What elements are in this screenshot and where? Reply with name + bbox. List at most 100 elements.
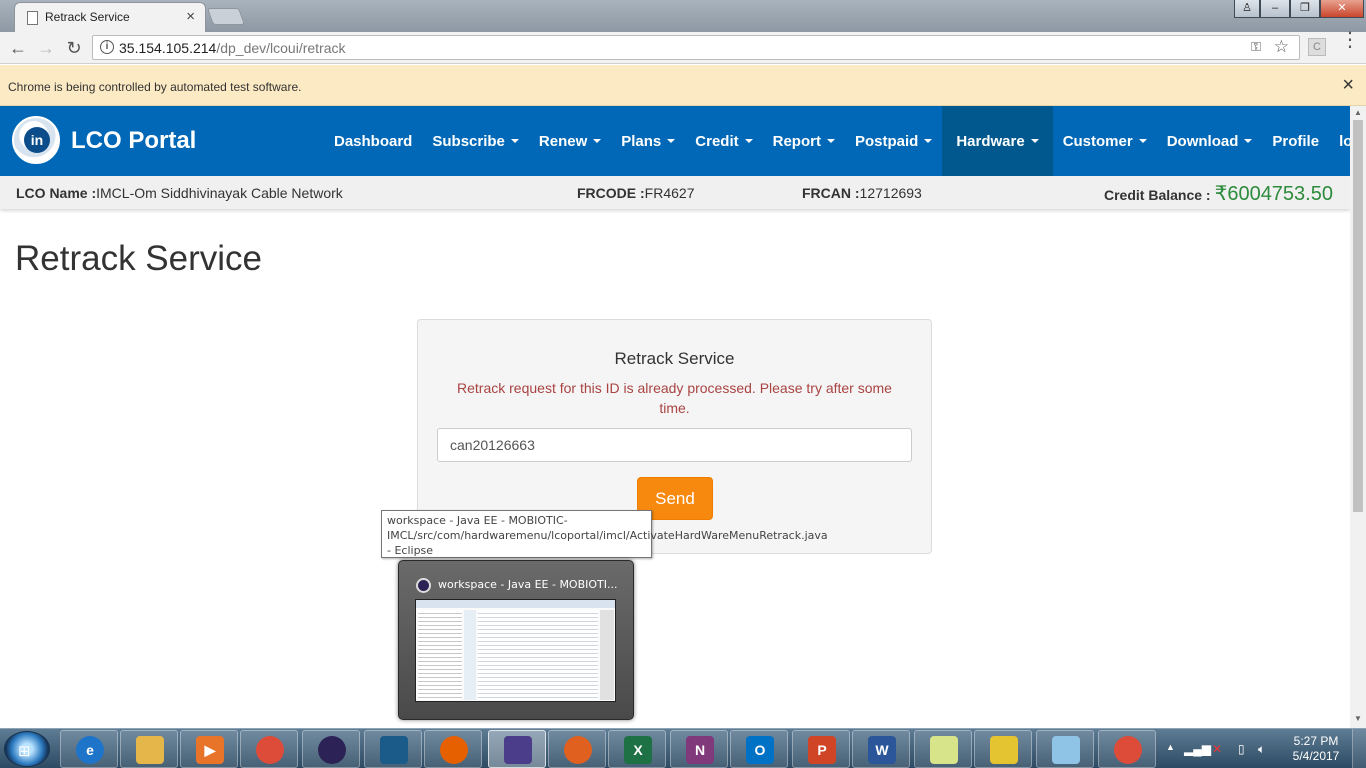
nav-item-report[interactable]: Report — [763, 106, 845, 176]
tab-title: Retrack Service — [45, 10, 130, 24]
nav-label: Credit — [695, 132, 739, 150]
browser-titlebar: Retrack Service × ♙ – ❐ ✕ — [0, 0, 1366, 32]
lco-name-label: LCO Name : — [16, 185, 97, 201]
network-error-icon[interactable]: ✕ — [1212, 742, 1222, 756]
maximize-button[interactable]: ❐ — [1290, 0, 1320, 18]
forward-button[interactable]: → — [34, 36, 58, 60]
nav-label: Hardware — [956, 132, 1025, 150]
back-button[interactable]: ← — [6, 36, 30, 60]
account-info-bar: LCO Name :IMCL-Om Siddhivinayak Cable Ne… — [0, 176, 1350, 209]
taskbar-window-preview[interactable]: workspace - Java EE - MOBIOTI... — [398, 560, 634, 720]
nav-item-dashboard[interactable]: Dashboard — [324, 106, 422, 176]
taskbar-chrome-active[interactable] — [1098, 730, 1156, 768]
taskbar-media-player[interactable]: ▶ — [180, 730, 238, 768]
frcan-label: FRCAN : — [802, 185, 860, 201]
signal-icon[interactable]: ▂▄▆ — [1184, 742, 1211, 756]
taskbar-internet-explorer[interactable]: e — [60, 730, 118, 768]
user-icon[interactable]: ♙ — [1234, 0, 1260, 18]
onenote-icon: N — [686, 736, 714, 764]
frcan: FRCAN :12712693 — [802, 185, 922, 201]
taskbar-excel[interactable]: X — [608, 730, 666, 768]
taskbar-archive[interactable] — [974, 730, 1032, 768]
brand-logo[interactable]: in — [12, 116, 60, 164]
browser-toolbar: ← → ↻ i 35.154.105.214/dp_dev/lcoui/retr… — [0, 30, 1366, 64]
eclipse-icon — [318, 736, 346, 764]
windows-logo-icon: ⊞ — [18, 743, 31, 760]
close-tab-icon[interactable]: × — [186, 8, 195, 25]
archive-icon — [990, 736, 1018, 764]
taskbar-powerpoint[interactable]: P — [792, 730, 850, 768]
chrome-icon — [256, 736, 284, 764]
browser-tab[interactable]: Retrack Service × — [14, 2, 206, 32]
taskbar-editor[interactable] — [1036, 730, 1094, 768]
notes-icon — [930, 736, 958, 764]
taskbar-tool[interactable] — [548, 730, 606, 768]
nav-item-hardware[interactable]: Hardware — [942, 106, 1053, 176]
caret-down-icon — [1030, 139, 1039, 143]
show-hidden-icons[interactable]: ▲ — [1166, 742, 1175, 752]
chrome-menu-icon[interactable]: ⋮ — [1340, 30, 1360, 50]
caret-down-icon — [744, 139, 753, 143]
url-text[interactable]: 35.154.105.214/dp_dev/lcoui/retrack — [119, 40, 346, 56]
taskbar-onenote[interactable]: N — [670, 730, 728, 768]
caret-down-icon — [1138, 139, 1147, 143]
nav-label: Download — [1166, 132, 1239, 150]
address-bar[interactable]: i 35.154.105.214/dp_dev/lcoui/retrack ⚿ … — [92, 35, 1300, 60]
clock-time: 5:27 PM — [1293, 734, 1339, 748]
new-tab-button[interactable] — [206, 8, 246, 25]
lco-name-value: IMCL-Om Siddhivinayak Cable Network — [96, 185, 343, 201]
clock-date: 5/4/2017 — [1292, 749, 1340, 763]
taskbar-notes[interactable] — [914, 730, 972, 768]
bookmark-star-icon[interactable]: ☆ — [1274, 37, 1289, 57]
site-navbar: in LCO Portal Dashboard Subscribe Renew Pla… — [0, 106, 1350, 176]
page-title: Retrack Service — [15, 239, 263, 278]
caret-down-icon — [1244, 139, 1253, 143]
scroll-down-icon[interactable]: ▼ — [1350, 712, 1366, 726]
taskbar-java-ee-ide[interactable] — [488, 730, 546, 768]
taskbar-word[interactable]: W — [852, 730, 910, 768]
nav-item-subscribe[interactable]: Subscribe — [422, 106, 529, 176]
taskbar-firefox[interactable] — [424, 730, 482, 768]
battery-icon[interactable]: ▯ — [1238, 742, 1245, 756]
nav-item-credit[interactable]: Credit — [685, 106, 762, 176]
nav-label: Plans — [621, 132, 662, 150]
nav-item-plans[interactable]: Plans — [611, 106, 685, 176]
media-player-icon: ▶ — [196, 736, 224, 764]
reload-button[interactable]: ↻ — [62, 36, 86, 60]
extension-icon[interactable]: C — [1308, 38, 1326, 56]
show-desktop-button[interactable] — [1352, 729, 1366, 768]
taskbar-file-explorer[interactable] — [120, 730, 178, 768]
nav-label: Customer — [1062, 132, 1133, 150]
mysql-workbench-icon — [380, 736, 408, 764]
nav-item-postpaid[interactable]: Postpaid — [845, 106, 942, 176]
taskbar-mysql-workbench[interactable] — [364, 730, 422, 768]
nav-item-download[interactable]: Download — [1157, 106, 1263, 176]
nav-item-renew[interactable]: Renew — [529, 106, 611, 176]
nav-item-customer[interactable]: Customer — [1053, 106, 1157, 176]
can-id-input[interactable] — [437, 428, 912, 462]
volume-icon[interactable]: 🔈︎ — [1258, 742, 1265, 757]
eclipse-icon — [416, 578, 431, 593]
close-infobar-icon[interactable]: × — [1342, 74, 1354, 97]
excel-icon: X — [624, 736, 652, 764]
taskbar-outlook[interactable]: O — [730, 730, 788, 768]
start-button[interactable]: ⊞ — [4, 731, 50, 767]
taskbar-chrome[interactable] — [240, 730, 298, 768]
url-host: 35.154.105.214 — [119, 40, 217, 56]
firefox-icon — [440, 736, 468, 764]
system-clock[interactable]: 5:27 PM 5/4/2017 — [1286, 734, 1346, 764]
scrollbar-thumb[interactable] — [1353, 120, 1363, 512]
page-viewport: in LCO Portal Dashboard Subscribe Renew Pla… — [0, 106, 1350, 728]
minimize-button[interactable]: – — [1260, 0, 1290, 18]
url-path: /dp_dev/lcoui/retrack — [216, 40, 346, 56]
taskbar-eclipse[interactable] — [302, 730, 360, 768]
info-icon[interactable]: i — [100, 40, 114, 54]
nav-item-logout[interactable]: logout — [1329, 106, 1350, 176]
nav-item-profile[interactable]: Profile — [1262, 106, 1329, 176]
page-scrollbar[interactable]: ▲ ▼ — [1350, 106, 1366, 728]
close-window-button[interactable]: ✕ — [1320, 0, 1364, 18]
brand-title[interactable]: LCO Portal — [71, 127, 196, 155]
scroll-up-icon[interactable]: ▲ — [1350, 106, 1366, 120]
key-icon[interactable]: ⚿ — [1251, 39, 1261, 55]
preview-thumbnail[interactable] — [415, 599, 616, 702]
